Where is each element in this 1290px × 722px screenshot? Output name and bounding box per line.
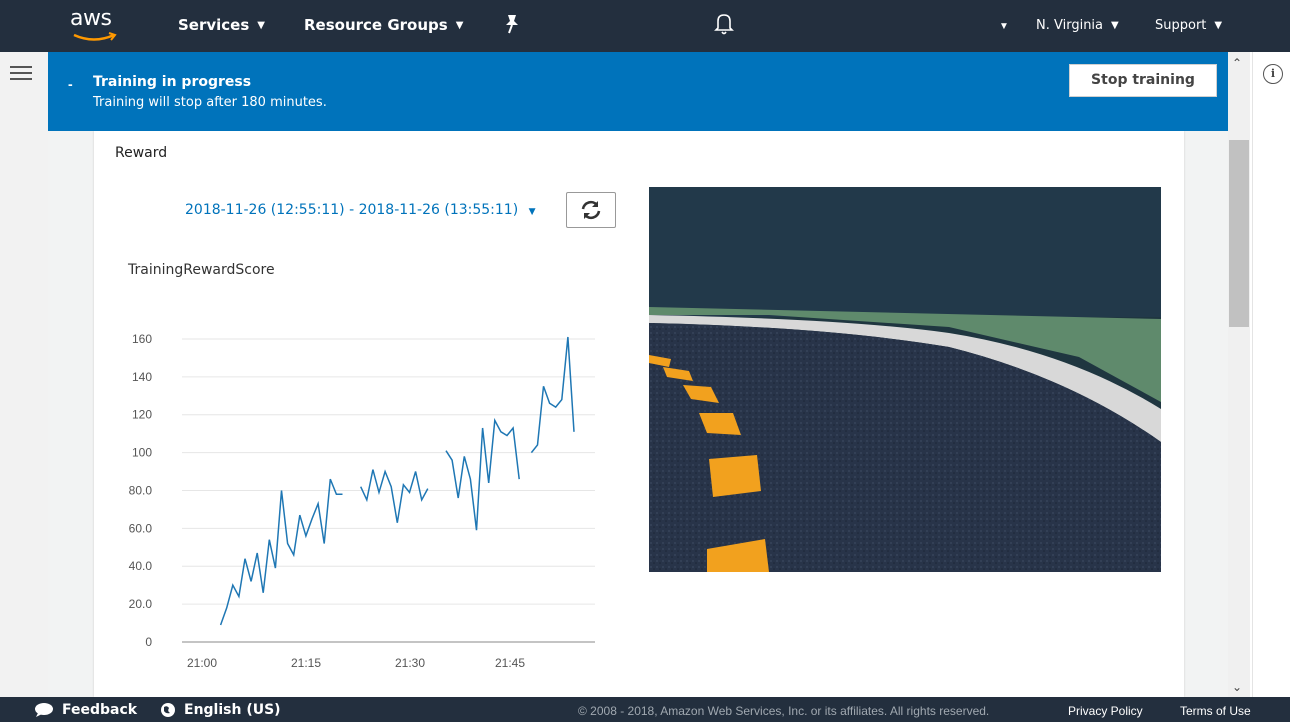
support-menu[interactable]: Support ▼ <box>1155 18 1222 33</box>
chevron-down-icon: ▼ <box>1111 20 1119 31</box>
pin-icon[interactable] <box>502 12 522 38</box>
track-camera-view <box>649 187 1161 572</box>
terms-of-use-link[interactable]: Terms of Use <box>1180 704 1251 718</box>
y-tick-label: 20.0 <box>129 597 153 611</box>
resource-groups-label: Resource Groups <box>304 16 448 34</box>
series-line <box>219 478 343 626</box>
metric-title: TrainingRewardScore <box>128 262 275 278</box>
aws-logo[interactable]: aws <box>70 6 120 46</box>
y-tick-label: 140 <box>132 370 152 384</box>
services-menu[interactable]: Services ▼ <box>178 16 265 34</box>
training-status-banner: - Training in progress Training will sto… <box>48 52 1228 131</box>
chevron-down-icon: ▼ <box>528 207 536 217</box>
reward-line-chart: 0 20.0 40.0 60.0 80.0 100 120 140 160 21:00 21:15 2… <box>129 332 595 670</box>
scroll-up-icon[interactable]: ⌃ <box>1232 56 1242 70</box>
x-tick-label: 21:45 <box>495 656 525 670</box>
privacy-policy-link[interactable]: Privacy Policy <box>1068 704 1143 718</box>
language-label: English (US) <box>184 702 281 718</box>
y-tick-label: 120 <box>132 408 152 422</box>
region-menu[interactable]: N. Virginia ▼ <box>1036 18 1119 33</box>
date-range-selector[interactable]: 2018-11-26 (12:55:11) - 2018-11-26 (13:5… <box>185 202 536 218</box>
x-tick-label: 21:30 <box>395 656 425 670</box>
account-chevron-icon[interactable]: ▼ <box>999 21 1009 32</box>
series-line <box>445 417 520 531</box>
series-line <box>530 336 575 454</box>
resource-groups-menu[interactable]: Resource Groups ▼ <box>304 16 463 34</box>
support-label: Support <box>1155 18 1207 33</box>
y-tick-label: 40.0 <box>129 559 153 573</box>
info-icon[interactable]: i <box>1263 64 1283 84</box>
scrollbar-thumb[interactable] <box>1229 140 1249 327</box>
card-title: Reward <box>115 145 168 161</box>
chevron-down-icon: ▼ <box>1214 20 1223 31</box>
refresh-button[interactable] <box>566 192 616 228</box>
date-range-label: 2018-11-26 (12:55:11) - 2018-11-26 (13:5… <box>185 202 519 218</box>
y-tick-label: 0 <box>145 635 152 649</box>
series-line <box>360 469 429 523</box>
y-tick-label: 60.0 <box>129 521 153 535</box>
globe-icon <box>161 703 175 717</box>
services-label: Services <box>178 16 250 34</box>
bell-icon[interactable] <box>712 10 736 38</box>
y-tick-label: 100 <box>132 446 152 460</box>
chevron-down-icon: ▼ <box>257 19 265 31</box>
footer: Feedback English (US) © 2008 - 2018, Ama… <box>0 697 1290 722</box>
banner-title: Training in progress <box>93 74 252 90</box>
region-label: N. Virginia <box>1036 18 1104 33</box>
top-navigation: aws Services ▼ Resource Groups ▼ ▼ N. Vi… <box>0 0 1290 52</box>
feedback-link[interactable]: Feedback <box>34 702 137 718</box>
x-tick-label: 21:00 <box>187 656 217 670</box>
left-rail <box>0 52 49 697</box>
scroll-down-icon[interactable]: ⌄ <box>1232 680 1242 694</box>
aws-logo-text: aws <box>70 6 112 31</box>
aws-smile-icon <box>73 32 117 41</box>
collapse-icon[interactable]: - <box>68 76 73 92</box>
y-tick-label: 160 <box>132 332 152 346</box>
chevron-down-icon: ▼ <box>455 19 464 31</box>
simulation-video-stream <box>649 187 1161 572</box>
right-rail <box>1252 52 1290 697</box>
language-selector[interactable]: English (US) <box>160 702 281 718</box>
y-tick-label: 80.0 <box>129 483 153 497</box>
refresh-icon <box>581 200 601 220</box>
hamburger-menu-icon[interactable] <box>10 66 32 82</box>
speech-bubble-icon <box>35 703 53 717</box>
banner-subtitle: Training will stop after 180 minutes. <box>93 95 327 110</box>
copyright-text: © 2008 - 2018, Amazon Web Services, Inc.… <box>578 704 990 718</box>
feedback-label: Feedback <box>62 702 138 718</box>
stop-training-button[interactable]: Stop training <box>1069 64 1217 97</box>
x-tick-label: 21:15 <box>291 656 321 670</box>
